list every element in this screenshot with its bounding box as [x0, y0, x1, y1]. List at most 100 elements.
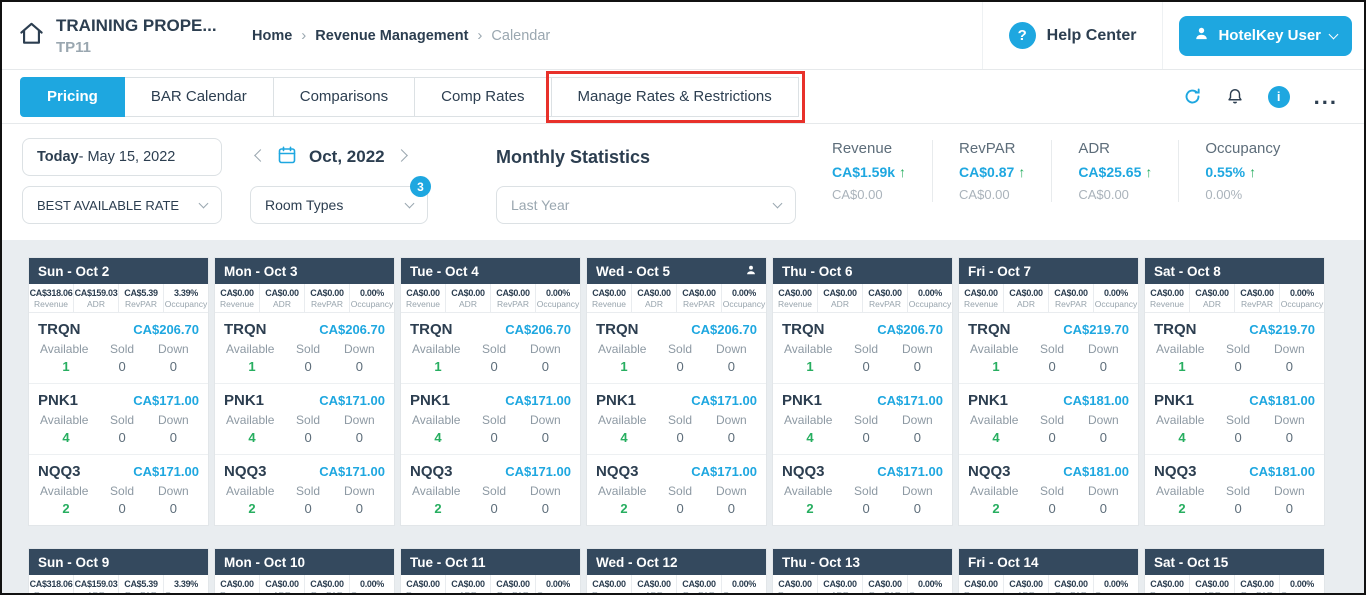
day-stat-value: 0.00%	[908, 288, 952, 298]
room-available-count: 1	[1156, 359, 1208, 374]
day-stat-label: Occupancy	[1094, 590, 1138, 593]
room-row[interactable]: NQQ3CA$181.00Available2Sold0Down0	[959, 455, 1138, 525]
day-stat-label: RevPAR	[863, 299, 907, 309]
room-rate[interactable]: CA$171.00	[133, 464, 199, 479]
rate-plan-dropdown[interactable]: BEST AVAILABLE RATE	[22, 186, 222, 224]
room-row[interactable]: NQQ3CA$181.00Available2Sold0Down0	[1145, 455, 1324, 525]
room-types-dropdown[interactable]: Room Types 3	[250, 186, 428, 224]
room-down-count: 0	[1078, 501, 1129, 516]
room-row[interactable]: TRQNCA$219.70Available1Sold0Down0	[959, 313, 1138, 384]
room-rate[interactable]: CA$171.00	[319, 393, 385, 408]
day-stat-cell: CA$0.00RevPAR	[677, 284, 722, 312]
day-stat-cell: CA$0.00Revenue	[215, 284, 260, 312]
room-rate[interactable]: CA$206.70	[319, 322, 385, 337]
person-icon	[745, 264, 757, 279]
tab-pricing[interactable]: Pricing	[20, 77, 125, 117]
room-rate[interactable]: CA$171.00	[505, 393, 571, 408]
room-available-label: Available	[40, 342, 96, 356]
room-row[interactable]: NQQ3CA$171.00Available2Sold0Down0	[401, 455, 580, 525]
room-rate[interactable]: CA$171.00	[319, 464, 385, 479]
refresh-icon[interactable]	[1183, 87, 1202, 106]
day-stat-value: CA$0.00	[632, 579, 676, 589]
day-header: Wed - Oct 12	[587, 549, 766, 575]
room-available-label: Available	[970, 342, 1026, 356]
room-available: Available2	[1154, 484, 1212, 516]
next-month-icon[interactable]	[395, 149, 408, 162]
day-stat-value: CA$0.00	[818, 579, 862, 589]
room-available-label: Available	[226, 413, 282, 427]
home-icon[interactable]	[18, 20, 45, 52]
notifications-bell-icon[interactable]	[1226, 87, 1244, 106]
room-rate[interactable]: CA$171.00	[691, 393, 757, 408]
calendar-icon[interactable]	[277, 145, 297, 170]
room-rate[interactable]: CA$181.00	[1063, 393, 1129, 408]
room-available: Available4	[38, 413, 96, 445]
prev-month-icon[interactable]	[254, 149, 267, 162]
room-row[interactable]: PNK1CA$171.00Available4Sold0Down0	[215, 384, 394, 455]
help-center-link[interactable]: ? Help Center	[982, 2, 1163, 69]
room-rate[interactable]: CA$219.70	[1063, 322, 1129, 337]
room-row[interactable]: TRQNCA$219.70Available1Sold0Down0	[1145, 313, 1324, 384]
room-rate[interactable]: CA$206.70	[691, 322, 757, 337]
room-rate[interactable]: CA$206.70	[505, 322, 571, 337]
room-rate[interactable]: CA$206.70	[133, 322, 199, 337]
breadcrumb-home[interactable]: Home	[252, 28, 292, 44]
room-rate[interactable]: CA$171.00	[133, 393, 199, 408]
user-menu-button[interactable]: HotelKey User	[1179, 16, 1352, 56]
info-icon[interactable]: i	[1268, 86, 1290, 108]
room-sold-label: Sold	[654, 342, 705, 356]
room-row[interactable]: NQQ3CA$171.00Available2Sold0Down0	[587, 455, 766, 525]
room-row[interactable]: PNK1CA$171.00Available4Sold0Down0	[29, 384, 208, 455]
room-rate[interactable]: CA$181.00	[1063, 464, 1129, 479]
day-header: Fri - Oct 14	[959, 549, 1138, 575]
room-row[interactable]: NQQ3CA$171.00Available2Sold0Down0	[773, 455, 952, 525]
room-available-count: 2	[1156, 501, 1208, 516]
day-stat-label: ADR	[632, 590, 676, 593]
room-row[interactable]: PNK1CA$171.00Available4Sold0Down0	[773, 384, 952, 455]
room-row[interactable]: PNK1CA$171.00Available4Sold0Down0	[587, 384, 766, 455]
day-stat-value: 0.00%	[350, 288, 394, 298]
room-rate[interactable]: CA$171.00	[691, 464, 757, 479]
room-row[interactable]: NQQ3CA$171.00Available2Sold0Down0	[215, 455, 394, 525]
tab-bar-calendar[interactable]: BAR Calendar	[125, 77, 274, 117]
room-row[interactable]: TRQNCA$206.70Available1Sold0Down0	[215, 313, 394, 384]
tab-comp-rates[interactable]: Comp Rates	[415, 77, 551, 117]
room-rate[interactable]: CA$219.70	[1249, 322, 1315, 337]
room-available: Available4	[968, 413, 1026, 445]
room-row[interactable]: TRQNCA$206.70Available1Sold0Down0	[773, 313, 952, 384]
room-row[interactable]: NQQ3CA$171.00Available2Sold0Down0	[29, 455, 208, 525]
more-options-icon[interactable]: ...	[1314, 92, 1338, 102]
room-down-count: 0	[1264, 430, 1315, 445]
room-row[interactable]: TRQNCA$206.70Available1Sold0Down0	[401, 313, 580, 384]
compare-period-dropdown[interactable]: Last Year	[496, 186, 796, 224]
room-row[interactable]: PNK1CA$181.00Available4Sold0Down0	[959, 384, 1138, 455]
breadcrumb-revenue-management[interactable]: Revenue Management	[315, 28, 468, 44]
trend-up-icon: ↑	[1018, 164, 1025, 180]
room-row[interactable]: PNK1CA$181.00Available4Sold0Down0	[1145, 384, 1324, 455]
tab-manage-rates-restrictions[interactable]: Manage Rates & Restrictions	[552, 77, 799, 117]
room-rate[interactable]: CA$181.00	[1249, 464, 1315, 479]
day-stat-value: CA$0.00	[677, 579, 721, 589]
room-row[interactable]: PNK1CA$171.00Available4Sold0Down0	[401, 384, 580, 455]
trend-up-icon: ↑	[899, 164, 906, 180]
room-row[interactable]: TRQNCA$206.70Available1Sold0Down0	[29, 313, 208, 384]
day-stat-label: Occupancy	[1280, 299, 1324, 309]
room-rate[interactable]: CA$181.00	[1249, 393, 1315, 408]
room-rate[interactable]: CA$171.00	[877, 393, 943, 408]
tab-comparisons[interactable]: Comparisons	[274, 77, 415, 117]
today-button[interactable]: Today - May 15, 2022	[22, 138, 222, 176]
room-type-name: TRQN	[596, 321, 639, 338]
room-available-label: Available	[412, 413, 468, 427]
room-rate[interactable]: CA$171.00	[505, 464, 571, 479]
day-stat-value: CA$0.00	[587, 579, 631, 589]
day-stat-cell: 0.00%Occupancy	[908, 284, 952, 312]
property-brand: TRAINING PROPE... TP11	[2, 2, 252, 69]
room-rate[interactable]: CA$206.70	[877, 322, 943, 337]
room-rate[interactable]: CA$171.00	[877, 464, 943, 479]
monthly-stat-value-row: 0.55%↑	[1205, 164, 1280, 182]
room-sold: Sold0	[282, 413, 333, 445]
room-row[interactable]: TRQNCA$206.70Available1Sold0Down0	[587, 313, 766, 384]
room-down: Down0	[1078, 484, 1129, 516]
day-card: Thu - Oct 13CA$0.00RevenueCA$0.00ADRCA$0…	[772, 548, 953, 593]
room-available: Available1	[1154, 342, 1212, 374]
